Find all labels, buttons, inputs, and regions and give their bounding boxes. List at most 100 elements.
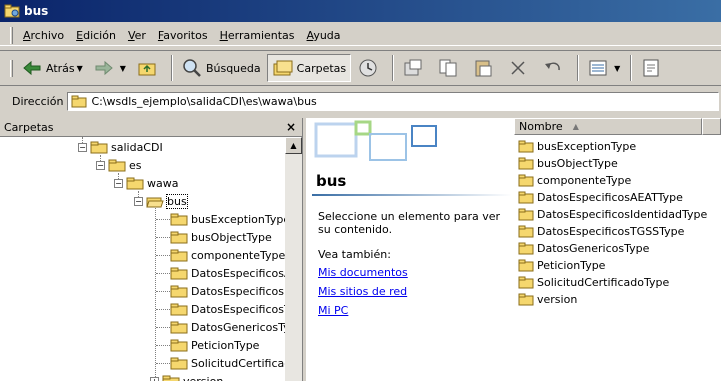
folder-icon [170,231,188,244]
list-item[interactable]: version [518,291,577,307]
forward-dropdown-icon[interactable]: ▼ [120,64,126,73]
folder-icon [170,357,188,370]
link-my-computer[interactable]: Mi PC [318,304,348,317]
folder-icon [170,321,188,334]
list-item[interactable]: DatosEspecificosTGSSType [518,223,684,239]
close-icon[interactable]: × [286,120,296,134]
folder-icon [518,225,534,237]
folder-icon [518,242,534,254]
copy-to-button[interactable] [433,54,466,82]
undo-button[interactable] [538,54,571,82]
folder-icon [518,208,534,220]
title-bar[interactable]: bus [0,0,721,22]
tree-item-datosespecificost[interactable]: DatosEspecificosT [170,300,285,318]
list-item-label: DatosEspecificosTGSSType [537,224,685,238]
collapse-icon[interactable]: − [114,178,123,188]
collapse-icon[interactable]: − [134,196,143,206]
menu-archivo[interactable]: Archivo [17,29,70,42]
list-item[interactable]: SolicitudCertificadoType [518,274,669,290]
column-header-name[interactable]: Nombre ▲ [514,118,702,135]
properties-icon [643,59,659,77]
toolbar-separator [170,55,173,81]
menu-edicion[interactable]: Edición [70,29,122,42]
column-header-size[interactable] [702,118,721,135]
move-to-button[interactable] [398,54,431,82]
forward-button[interactable]: ▼ [89,54,130,82]
tree-item-busobjecttype[interactable]: busObjectType [170,228,272,246]
tree-item-busexceptiontype[interactable]: busExceptionType [170,210,285,228]
tree-item-peticiontype[interactable]: PeticionType [170,336,259,354]
properties-button[interactable] [636,54,669,82]
views-icon [589,60,607,76]
tree-item-componentetype[interactable]: componenteType [170,246,285,264]
folder-icon [170,249,188,262]
folder-icon [518,293,534,305]
back-dropdown-icon[interactable]: ▼ [77,64,83,73]
list-item[interactable]: busObjectType [518,155,618,171]
delete-x-icon [511,61,525,75]
tree-scrollbar[interactable]: ▲ [285,137,302,381]
search-button[interactable]: Búsqueda [177,54,265,82]
collapse-icon[interactable]: − [96,160,105,170]
list-item[interactable]: PeticionType [518,257,605,273]
tree-item-datosespecificosi[interactable]: DatosEspecificosI [170,282,285,300]
tree-item-solicitudcertificad[interactable]: SolicitudCertificad [170,354,285,372]
tree-item-version[interactable]: + version [150,372,223,381]
menu-herramientas[interactable]: Herramientas [214,29,301,42]
toolbar-grip[interactable] [10,59,13,77]
folder-icon [90,141,108,154]
folder-tree: − salidaCDI − es − wawa − bus busExcepti… [0,137,285,381]
tree-item-datosespecificosa[interactable]: DatosEspecificosA [170,264,285,282]
folders-pane: Carpetas × − salidaCDI − es − wawa − bus… [0,118,303,381]
expand-icon[interactable]: + [150,376,159,381]
tree-item-wawa[interactable]: − wawa [114,174,178,192]
menu-ayuda[interactable]: Ayuda [301,29,347,42]
address-value: C:\wsdls_ejemplo\salidaCDI\es\wawa\bus [91,95,317,108]
list-item[interactable]: componenteType [518,172,631,188]
list-item[interactable]: DatosEspecificosIdentidadType [518,206,707,222]
folder-icon [170,339,188,352]
tree-item-datosgenericosty[interactable]: DatosGenericosTy [170,318,285,336]
up-folder-button[interactable] [132,54,165,82]
tree-item-bus[interactable]: − bus [134,192,188,210]
see-also-label: Vea también: [318,248,391,261]
back-arrow-icon [23,60,41,76]
standard-toolbar: Atrás ▼ ▼ Búsqueda Carpetas ▼ [0,50,721,86]
menu-favoritos[interactable]: Favoritos [152,29,214,42]
tree-item-es[interactable]: − es [96,156,142,174]
views-button[interactable]: ▼ [583,54,624,82]
folder-icon [518,191,534,203]
list-item[interactable]: DatosEspecificosAEATType [518,189,683,205]
window-title: bus [24,4,49,18]
delete-button[interactable] [503,54,536,82]
folder-banner-graphic [314,120,437,161]
tree-label: DatosEspecificosI [191,284,285,298]
undo-icon [545,62,560,71]
tree-item-salidacdi[interactable]: − salidaCDI [78,138,163,156]
menu-grip[interactable] [10,26,13,44]
folder-icon [71,95,87,108]
folder-icon [170,285,188,298]
move-to-icon [404,59,422,76]
link-my-documents[interactable]: Mis documentos [318,266,408,279]
list-item[interactable]: busExceptionType [518,138,636,154]
scroll-up-icon[interactable]: ▲ [285,137,302,154]
folders-button[interactable]: Carpetas [266,54,352,82]
folders-label: Carpetas [296,61,347,75]
address-label: Dirección [12,95,64,108]
title-divider [312,194,512,196]
toolbar-separator [577,55,580,81]
paste-button[interactable] [468,54,501,82]
tree-label: es [129,158,142,172]
history-button[interactable] [353,54,386,82]
folder-icon [170,267,188,280]
copy-to-icon [439,59,457,77]
menu-ver[interactable]: Ver [122,29,152,42]
address-field[interactable]: C:\wsdls_ejemplo\salidaCDI\es\wawa\bus [67,92,719,111]
tree-label: busExceptionType [191,212,285,226]
collapse-icon[interactable]: − [78,142,87,152]
views-dropdown-icon[interactable]: ▼ [614,64,620,73]
link-my-network-places[interactable]: Mis sitios de red [318,285,407,298]
back-button[interactable]: Atrás ▼ [17,54,87,82]
list-item[interactable]: DatosGenericosType [518,240,649,256]
